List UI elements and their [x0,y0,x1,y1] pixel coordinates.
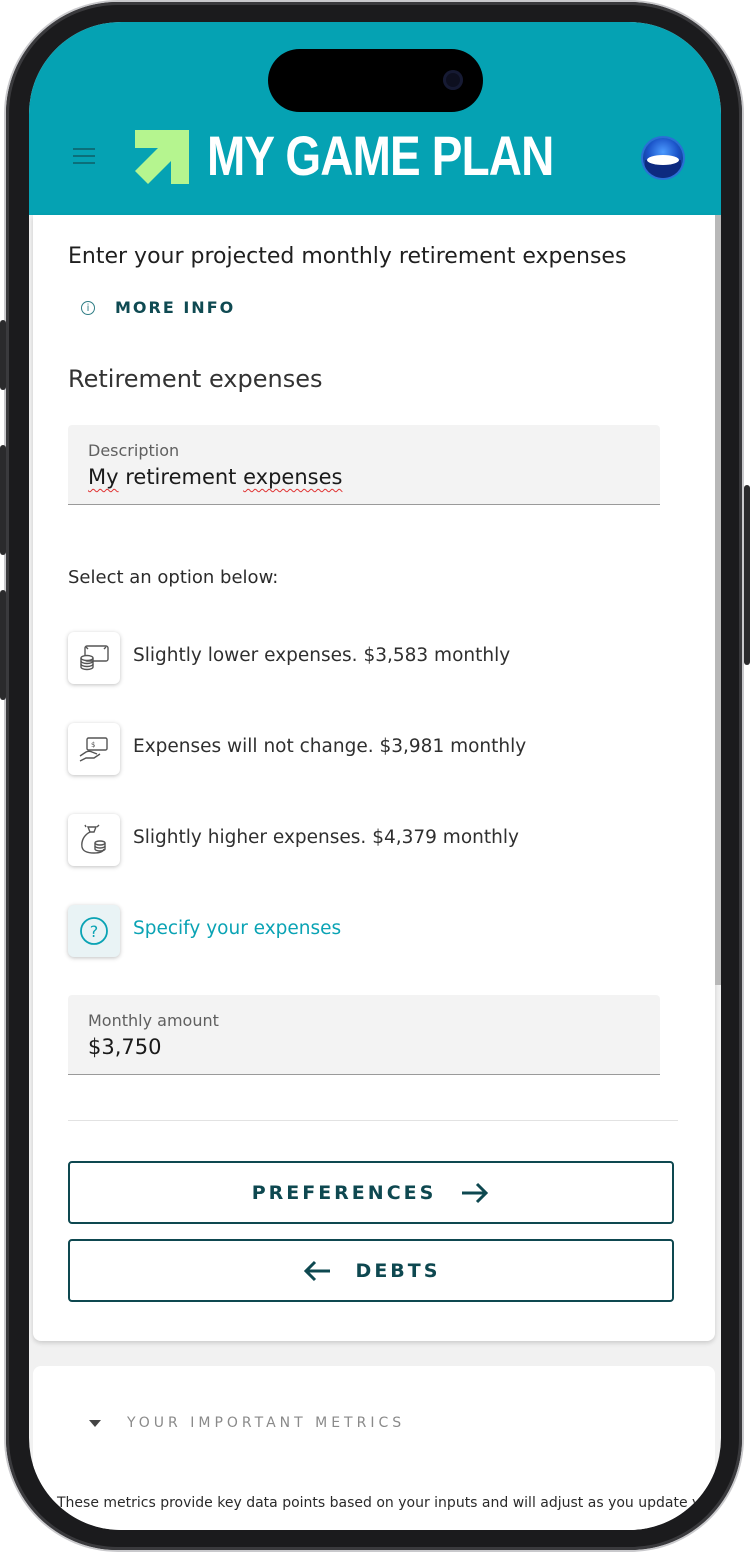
info-icon: i [81,300,95,315]
monthly-amount-label: Monthly amount [88,1011,219,1030]
divider [68,1120,678,1121]
option-label: Expenses will not change. $3,981 monthly [133,736,527,757]
debts-button-label: DEBTS [355,1259,441,1282]
volume-down-button [0,445,6,555]
app-logo-text: MY GAME PLAN [207,124,554,187]
more-info-label: MORE INFO [115,298,236,317]
preferences-button-label: PREFERENCES [251,1181,437,1204]
option-label: Slightly higher expenses. $4,379 monthly [133,827,519,848]
option-label: Specify your expenses [133,918,342,939]
description-value[interactable]: My retirement expenses [88,465,342,489]
volume-up-button [0,320,6,390]
power-button [744,485,750,665]
app-screen: MY GAME PLAN Enter your projected monthl… [29,22,721,1530]
monthly-amount-value[interactable]: $3,750 [88,1035,161,1059]
money-bag-icon [68,814,120,866]
more-info-link[interactable]: i MORE INFO [81,298,235,317]
metrics-description: These metrics provide key data points ba… [57,1495,721,1511]
caret-down-icon [89,1419,101,1427]
hand-cash-icon: $ [68,723,120,775]
metrics-title: YOUR IMPORTANT METRICS [127,1415,406,1431]
option-specify-expenses[interactable]: ? Specify your expenses [68,905,668,957]
question-icon: ? [68,905,120,957]
user-avatar[interactable] [643,138,683,178]
front-camera [443,70,463,90]
arrow-right-icon [462,1182,489,1203]
preferences-button[interactable]: PREFERENCES [68,1161,674,1224]
scrollbar-thumb[interactable] [715,215,721,985]
logo-arrow-icon [135,130,189,184]
option-label: Slightly lower expenses. $3,583 monthly [133,645,511,666]
page-title: Enter your projected monthly retirement … [68,244,627,269]
arrow-left-icon [303,1260,330,1281]
dynamic-island [268,49,483,112]
metrics-accordion-toggle[interactable]: YOUR IMPORTANT METRICS [89,1415,405,1431]
option-higher-expenses[interactable]: Slightly higher expenses. $4,379 monthly [68,814,668,866]
svg-text:?: ? [90,922,99,941]
debts-button[interactable]: DEBTS [68,1239,674,1302]
description-label: Description [88,441,180,460]
description-field[interactable]: Description My retirement expenses [68,425,660,505]
select-option-prompt: Select an option below: [68,567,279,588]
monthly-amount-field[interactable]: Monthly amount $3,750 [68,995,660,1075]
section-title: Retirement expenses [68,365,323,393]
coins-screen-icon [68,632,120,684]
phone-frame: MY GAME PLAN Enter your projected monthl… [0,0,750,1553]
svg-text:$: $ [91,741,95,749]
mute-switch [0,590,6,700]
hamburger-menu-icon[interactable] [73,148,95,164]
option-no-change[interactable]: $ Expenses will not change. $3,981 month… [68,723,668,775]
app-header: MY GAME PLAN [29,22,721,215]
option-lower-expenses[interactable]: Slightly lower expenses. $3,583 monthly [68,632,668,684]
